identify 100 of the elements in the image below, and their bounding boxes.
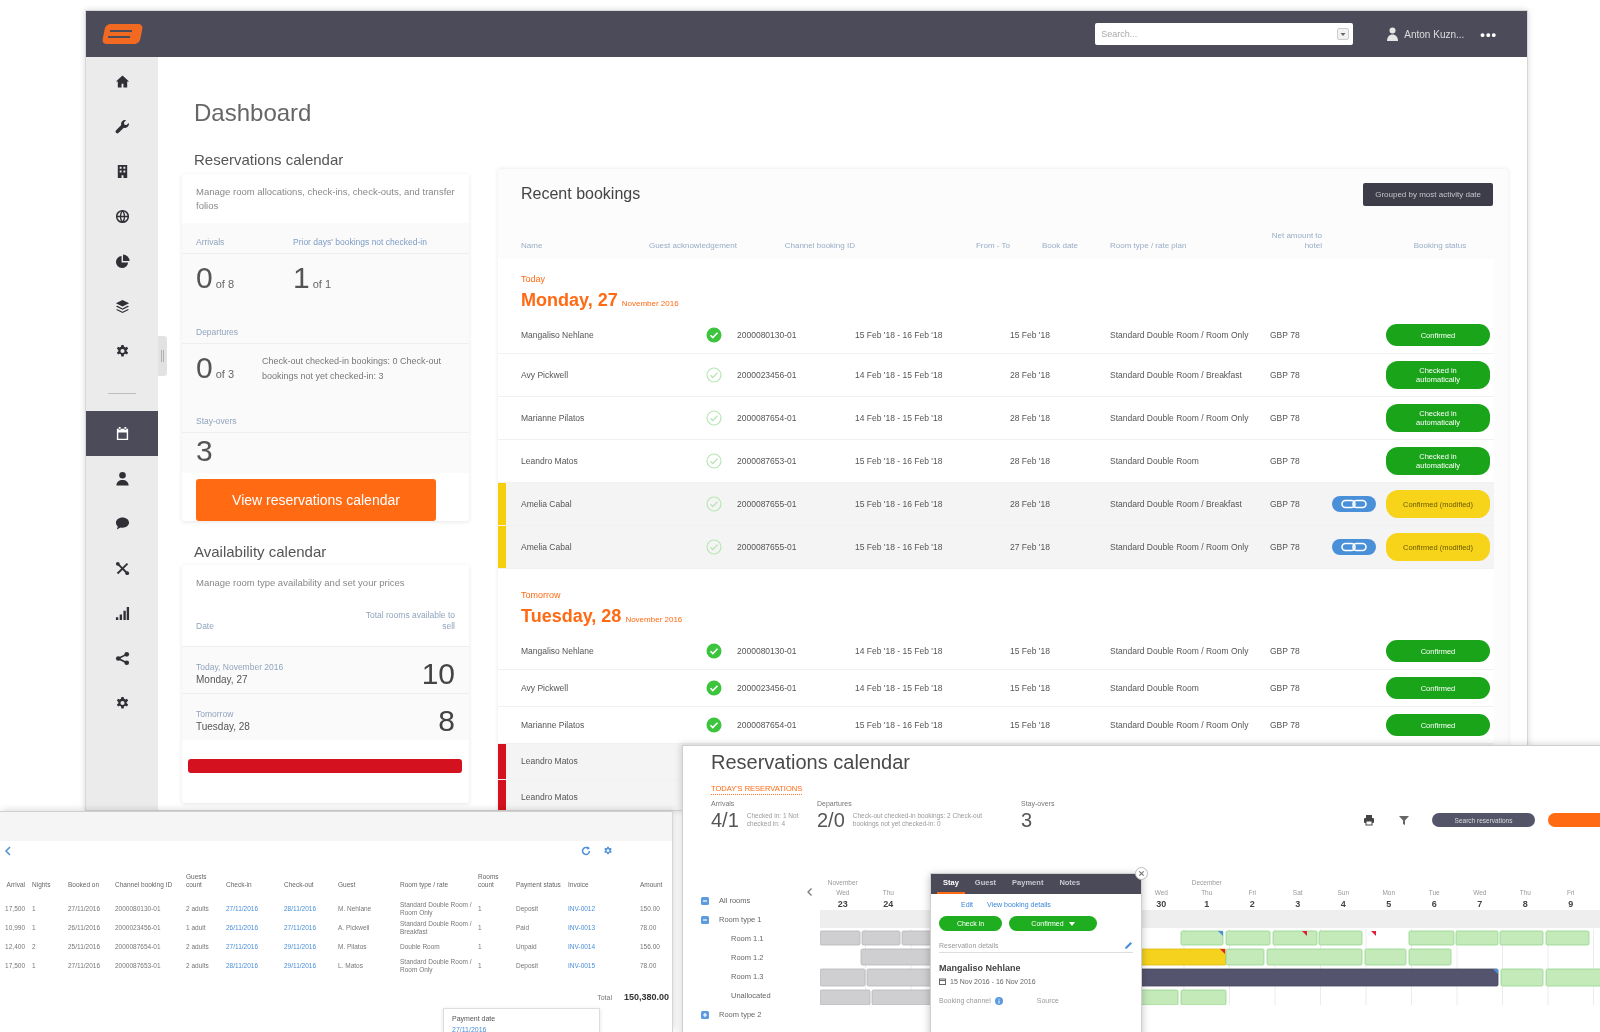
window-title: Reservations calendar (711, 750, 910, 774)
book-date: 28 Feb '18 (1010, 455, 1050, 467)
tools-icon (114, 561, 130, 576)
group-month: November 2016 (625, 615, 683, 624)
layers-icon (114, 299, 130, 314)
net-amount: GBP 78 (1270, 369, 1300, 381)
info-icon[interactable] (994, 996, 1003, 1005)
rooms-available: 8 (438, 706, 455, 736)
stay-dates: 14 Feb '18 - 15 Feb '18 (855, 682, 943, 694)
stat-total: of 8 (215, 278, 235, 290)
group-date: Tuesday, 28 (521, 606, 622, 626)
panel-title: Recent bookings (521, 185, 641, 203)
action-button[interactable] (1548, 813, 1600, 827)
guest-name[interactable]: Leandro Matos (521, 455, 578, 467)
collapse-icon[interactable] (701, 896, 709, 905)
guest-name[interactable]: Amelia Cabal (521, 498, 572, 510)
net-amount: GBP 78 (1270, 541, 1300, 553)
calendar-icon (939, 978, 946, 985)
guest-name[interactable]: Marianne Pilatos (521, 412, 585, 424)
filter-icon[interactable] (1398, 814, 1410, 826)
booking-id: 2000087655-01 (737, 541, 797, 553)
guest-name[interactable]: Amelia Cabal (521, 541, 572, 553)
printer-icon[interactable] (1363, 814, 1375, 826)
collapse-icon[interactable] (701, 915, 709, 924)
room-type: Standard Double Room / Breakfast (1110, 498, 1243, 510)
refresh-icon[interactable] (581, 846, 591, 856)
more-menu[interactable]: ••• (1480, 26, 1497, 42)
book-date: 28 Feb '18 (1010, 412, 1050, 424)
pencil-icon[interactable] (1124, 941, 1133, 950)
booking-id: 2000087653-01 (737, 455, 797, 467)
stat-value: 3 (1021, 808, 1033, 832)
stat-label: Departures (196, 327, 239, 338)
booking-id: 2000087655-01 (737, 498, 797, 510)
stay-dates: 15 Feb '18 - 16 Feb '18 (855, 498, 943, 510)
close-icon[interactable] (1135, 867, 1148, 880)
guest-name[interactable]: Mangaliso Nehlane (521, 329, 594, 341)
rooms-available: 10 (421, 659, 455, 689)
booking-id: 2000087654-01 (737, 719, 797, 731)
guest-name[interactable]: Marianne Pilatos (521, 719, 585, 731)
stat-total: of 3 (215, 368, 235, 380)
room-type: Standard Double Room / Room Only (1110, 645, 1250, 657)
booking-id: 2000080130-01 (737, 329, 797, 341)
day-number: 4 (1340, 898, 1346, 910)
caret-icon (1068, 921, 1075, 926)
stat-label: Arrivals (196, 237, 225, 248)
user-name[interactable]: Anton Kuzn... (1404, 28, 1465, 40)
net-amount: GBP 78 (1270, 412, 1300, 424)
net-amount: GBP 78 (1270, 498, 1300, 510)
chevron-left-icon[interactable] (3, 846, 13, 856)
total-amount: 150,380.00 (623, 992, 669, 1002)
net-amount: GBP 78 (1270, 719, 1300, 731)
group-button[interactable]: Grouped by most activity date (1363, 182, 1493, 206)
guest-name: Mangaliso Nehlane (939, 963, 1021, 974)
stat-value: 1 (293, 260, 310, 296)
guest-name[interactable]: Avy Pickwell (521, 369, 569, 381)
guest-name[interactable]: Mangaliso Nehlane (521, 645, 594, 657)
net-amount: GBP 78 (1270, 329, 1300, 341)
group-caption: Today (521, 273, 546, 285)
chain-link-icon[interactable] (1332, 496, 1376, 512)
book-date: 15 Feb '18 (1010, 719, 1050, 731)
day-number: 24 (883, 898, 894, 910)
day-number: 7 (1477, 898, 1483, 910)
stay-dates: 14 Feb '18 - 15 Feb '18 (855, 645, 943, 657)
guest-name[interactable]: Leandro Matos (521, 792, 578, 803)
book-date: 28 Feb '18 (1010, 369, 1050, 381)
gear-icon[interactable] (603, 846, 613, 856)
room-type: Standard Double Room / Room Only (1110, 329, 1250, 341)
guest-name[interactable]: Leandro Matos (521, 756, 578, 767)
booking-timeline[interactable] (820, 910, 1600, 1005)
stay-dates: 14 Feb '18 - 15 Feb '18 (855, 369, 943, 381)
description: Manage room allocations, check-ins, check-outs, and transfer folios (195, 185, 456, 213)
collapse-handle[interactable] (158, 336, 167, 376)
book-date: 15 Feb '18 (1010, 329, 1050, 341)
section-title: Reservations calendar (194, 151, 344, 169)
bar-chart-icon (114, 606, 130, 621)
description: Manage room type availability and set your prices (195, 576, 406, 590)
net-amount: GBP 78 (1270, 455, 1300, 467)
page-title: Dashboard (194, 99, 312, 127)
stat-note: Check-out checked-in bookings: 0 Check-out bookings not yet checked-in: 3 (262, 355, 443, 383)
user-icon[interactable] (1387, 27, 1399, 41)
booking-id: 2000080130-01 (737, 645, 797, 657)
chain-link-icon[interactable] (1332, 539, 1376, 555)
stay-dates: 14 Feb '18 - 15 Feb '18 (855, 412, 943, 424)
chevron-left-icon[interactable] (806, 888, 813, 896)
expand-icon[interactable] (701, 1010, 709, 1019)
guest-name[interactable]: Avy Pickwell (521, 682, 569, 694)
net-amount: GBP 78 (1270, 682, 1300, 694)
stay-dates: 15 Feb '18 - 16 Feb '18 (855, 455, 943, 467)
booking-id: 2000023456-01 (737, 369, 797, 381)
stay-dates: 15 Feb '18 - 16 Feb '18 (855, 329, 943, 341)
day-number: 30 (1156, 898, 1167, 910)
stay-dates: 15 Feb '18 - 16 Feb '18 (855, 719, 943, 731)
group-date: Monday, 27 (521, 290, 618, 310)
search-field[interactable]: Search... (1095, 23, 1354, 45)
date-label: Monday, 27 (196, 673, 248, 687)
gear-icon (114, 344, 130, 359)
room-type: Standard Double Room / Room Only (1110, 719, 1250, 731)
home-icon (114, 74, 130, 89)
date-caption: Today, November 2016 (196, 661, 284, 673)
logo[interactable] (102, 22, 144, 46)
